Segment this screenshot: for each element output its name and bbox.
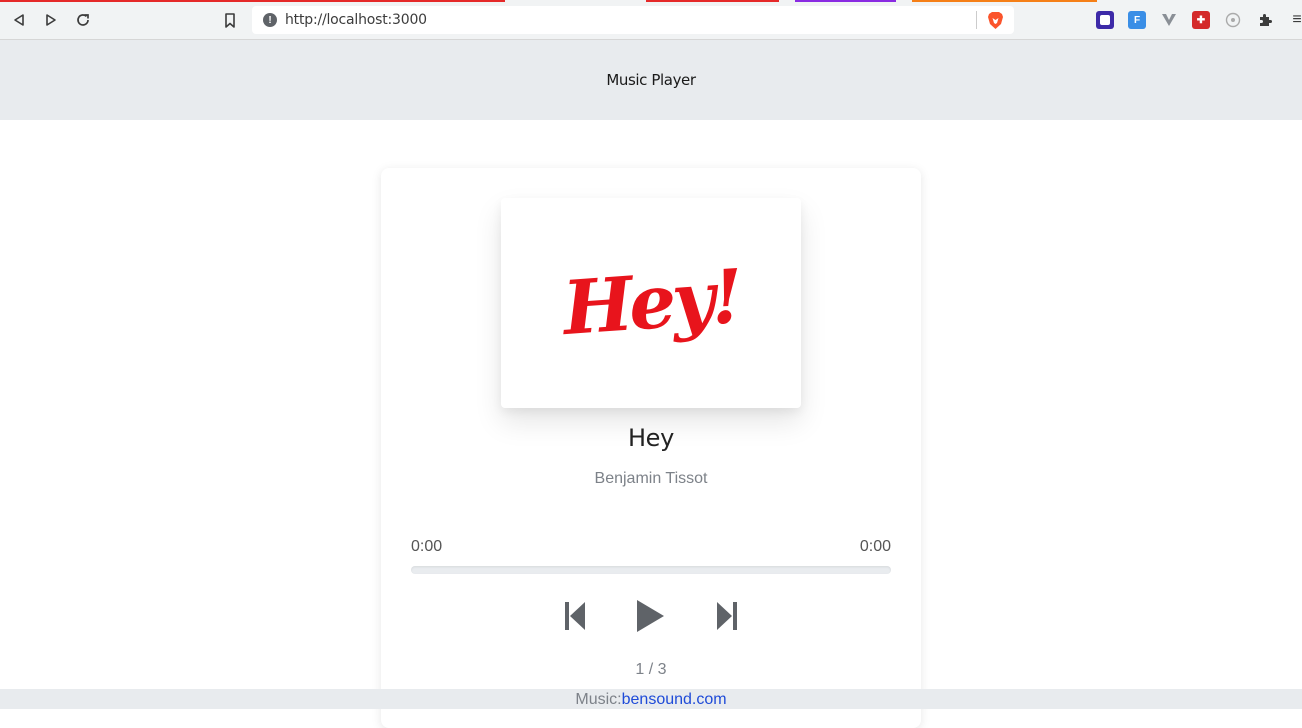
footer-label: Music: — [575, 691, 622, 708]
next-button[interactable] — [713, 596, 741, 636]
reload-icon — [77, 14, 89, 26]
page-title: Music Player — [606, 71, 696, 89]
play-button[interactable] — [633, 596, 667, 636]
skip-previous-icon — [565, 602, 585, 630]
extension-v-icon[interactable] — [1160, 11, 1178, 29]
duration-time: 0:00 — [859, 538, 891, 555]
brave-shields-icon[interactable] — [987, 11, 1004, 30]
address-bar-divider — [976, 11, 977, 29]
track-counter: 1 / 3 — [635, 661, 667, 678]
reload-button[interactable] — [71, 8, 95, 32]
current-time: 0:00 — [411, 538, 443, 555]
address-bar[interactable]: ! http://localhost:3000 — [252, 6, 1014, 34]
album-cover-art: Hey! — [559, 253, 743, 353]
forward-button[interactable] — [39, 8, 63, 32]
back-icon — [14, 14, 24, 26]
player-card: Hey! Hey Benjamin Tissot 0:00 0:00 1 / 3 — [381, 168, 921, 728]
extension-puzzle-red-icon[interactable]: ✚ — [1192, 11, 1210, 29]
extension-circle-icon[interactable] — [1224, 11, 1242, 29]
browser-toolbar: ! http://localhost:3000 F ✚ ≡ — [0, 0, 1302, 40]
previous-button[interactable] — [561, 596, 589, 636]
extensions-puzzle-icon[interactable] — [1256, 11, 1274, 29]
skip-next-icon — [717, 602, 737, 630]
album-cover: Hey! — [501, 198, 801, 408]
bensound-link[interactable]: bensound.com — [622, 691, 727, 708]
site-info-icon[interactable]: ! — [263, 13, 277, 27]
extension-a-icon[interactable] — [1096, 11, 1114, 29]
bookmark-button[interactable] — [218, 8, 242, 32]
song-artist: Benjamin Tissot — [594, 470, 708, 487]
tab-strip — [0, 0, 1302, 3]
app-header: Music Player — [0, 40, 1302, 120]
footer: Music:bensound.com — [0, 689, 1302, 709]
forward-icon — [46, 14, 56, 26]
url-text: http://localhost:3000 — [285, 12, 427, 28]
back-button[interactable] — [7, 8, 31, 32]
menu-icon[interactable]: ≡ — [1288, 11, 1302, 29]
extension-f-icon[interactable]: F — [1128, 11, 1146, 29]
bookmark-icon — [225, 12, 235, 28]
song-title: Hey — [627, 424, 675, 452]
progress-bar[interactable] — [411, 566, 891, 574]
play-icon — [637, 600, 664, 632]
